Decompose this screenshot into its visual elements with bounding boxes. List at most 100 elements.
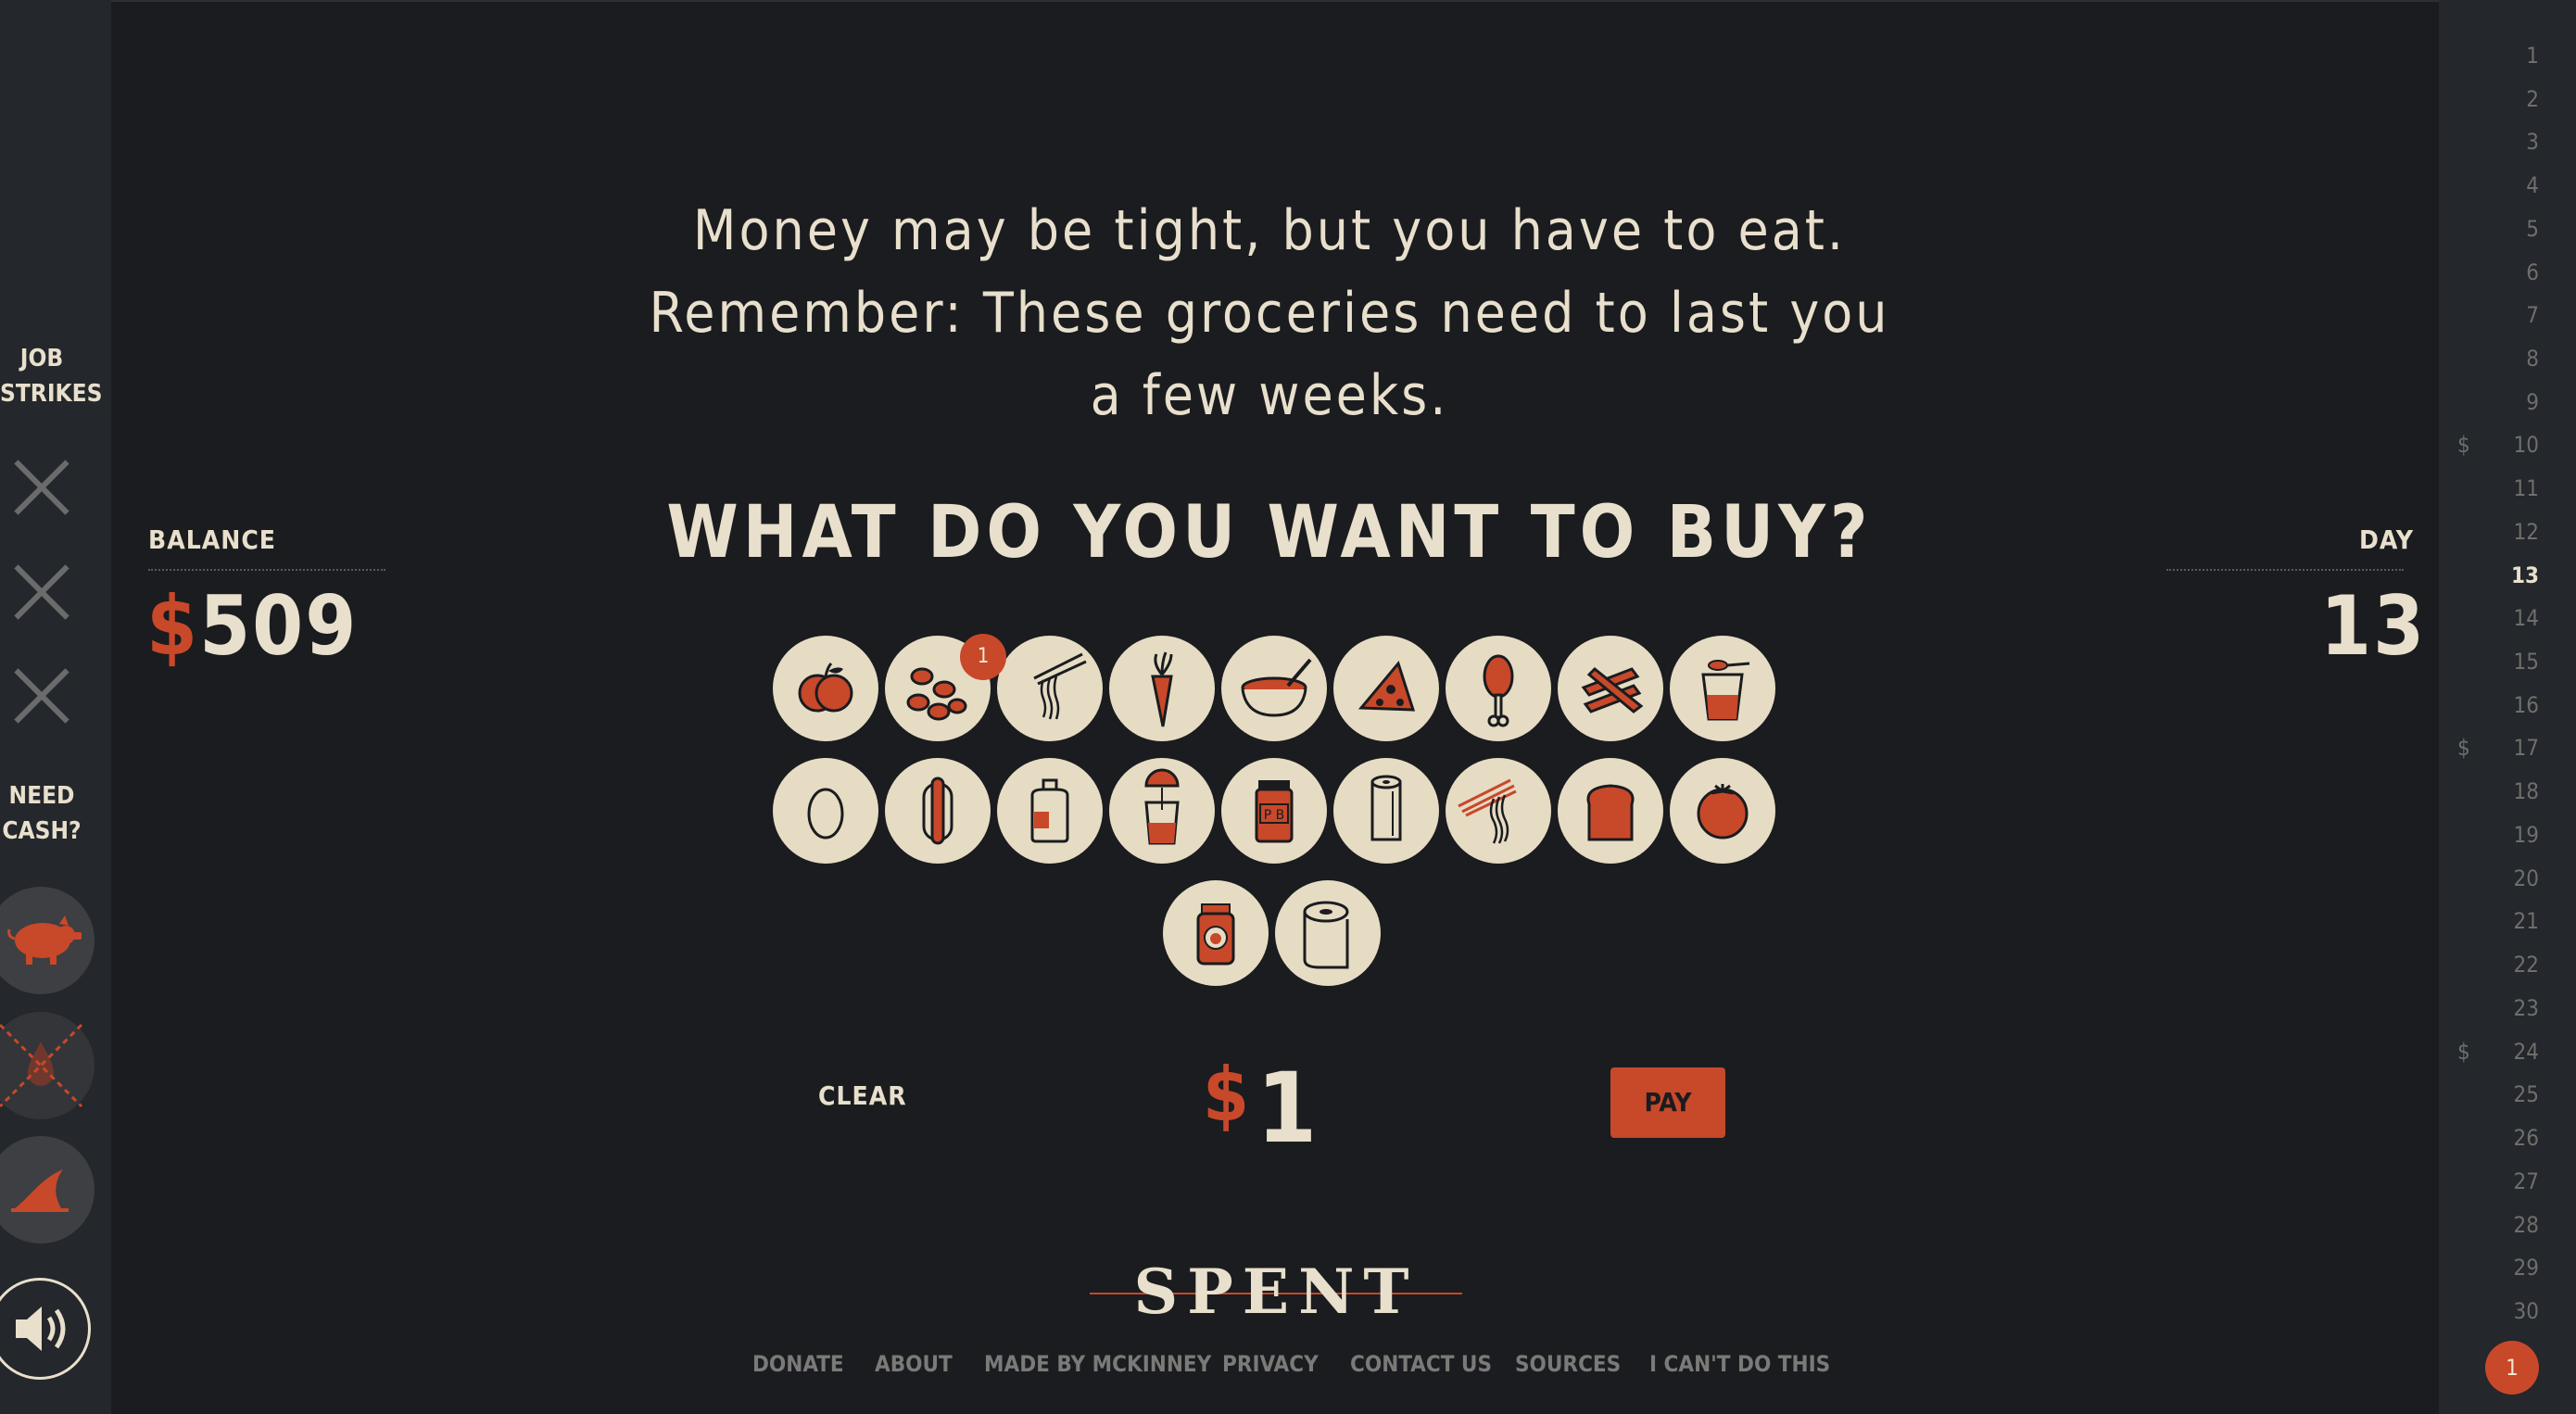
notification-badge[interactable]: 1 <box>2485 1341 2539 1395</box>
item-bread-button[interactable] <box>1558 758 1663 864</box>
item-ramen-button[interactable] <box>997 636 1103 741</box>
calendar-day: 15 <box>2513 649 2539 675</box>
day-label: DAY <box>2359 524 2414 555</box>
job-strikes-label: JOB STRIKES <box>0 345 103 408</box>
item-jam-button[interactable] <box>1163 880 1269 986</box>
item-quantity-badge: 1 <box>960 634 1006 680</box>
calendar-day: 18 <box>2513 778 2539 804</box>
calendar-day: 28 <box>2513 1212 2539 1238</box>
calendar-day: 1 <box>2526 43 2539 69</box>
strike-x-icon <box>13 459 70 516</box>
buy-question-heading: WHAT DO YOU WANT TO BUY? <box>666 491 1873 574</box>
calendar-day: 7 <box>2526 302 2539 328</box>
jam-jar-icon <box>1196 903 1235 966</box>
top-border <box>0 0 2576 2</box>
calendar-day: 16 <box>2513 692 2539 718</box>
item-cheese-button[interactable] <box>1333 636 1439 741</box>
strike-x-icon <box>13 667 70 725</box>
item-paper-towel-button[interactable] <box>1333 758 1439 864</box>
item-apple-button[interactable] <box>773 636 878 741</box>
calendar-day: 23 <box>2513 995 2539 1021</box>
left-sidebar: JOB STRIKES NEED CASH? <box>0 0 111 1414</box>
calendar-day: 29 <box>2513 1255 2539 1281</box>
item-bacon-button[interactable] <box>1558 636 1663 741</box>
calendar-day: 21 <box>2513 908 2539 934</box>
footer-link-about[interactable]: ABOUT <box>875 1351 953 1377</box>
footer-link-contact-us[interactable]: CONTACT US <box>1350 1351 1492 1377</box>
toilet-paper-icon <box>1303 901 1349 969</box>
loan-shark-button[interactable] <box>0 1136 95 1244</box>
chicken-drumstick-icon <box>1483 654 1514 727</box>
balance-label: BALANCE <box>148 524 277 555</box>
item-cereal-button[interactable] <box>1221 636 1327 741</box>
item-peanut-butter-button[interactable]: P B <box>1221 758 1327 864</box>
item-oil-button[interactable] <box>1670 636 1775 741</box>
sound-toggle-button[interactable] <box>0 1278 91 1380</box>
footer-link-sources[interactable]: SOURCES <box>1515 1351 1621 1377</box>
calendar-day: 5 <box>2526 216 2539 242</box>
calendar-day: 6 <box>2526 259 2539 285</box>
calendar-day: 24 <box>2513 1039 2539 1065</box>
bread-icon <box>1586 784 1635 841</box>
cereal-bowl-icon <box>1241 658 1312 717</box>
pay-button[interactable]: PAY <box>1610 1067 1725 1138</box>
need-cash-label: NEED CASH? <box>2 782 82 845</box>
balance-amount: $509 <box>146 578 359 674</box>
footer-link-made-by-mckinney[interactable]: MADE BY MCKINNEY <box>984 1351 1211 1377</box>
ramen-noodles-icon <box>1033 652 1087 720</box>
calendar-day: 8 <box>2526 346 2539 372</box>
calendar-day: 4 <box>2526 172 2539 198</box>
calendar-day: 11 <box>2513 475 2539 501</box>
intro-text: Money may be tight, but you have to eat.… <box>649 198 1890 428</box>
cart-total: $1 <box>1203 1052 1318 1165</box>
calendar-day: 19 <box>2513 822 2539 848</box>
item-milk-button[interactable] <box>997 758 1103 864</box>
peanut-butter-jar-icon: P B <box>1255 780 1294 843</box>
calendar-sidebar: 1 2 3 4 5 6 7 8 9 $ 10 11 12 13 14 15 16… <box>2439 0 2576 1414</box>
footer-link-cant-do-this[interactable]: I CAN'T DO THIS <box>1649 1351 1830 1377</box>
item-carrot-button[interactable] <box>1109 636 1215 741</box>
carrot-icon <box>1151 651 1173 727</box>
footer-link-privacy[interactable]: PRIVACY <box>1222 1351 1319 1377</box>
payday-marker: $ <box>2457 432 2470 458</box>
day-value: 13 <box>2320 578 2427 674</box>
hot-dog-icon <box>922 776 953 845</box>
clear-cart-button[interactable]: CLEAR <box>818 1080 907 1111</box>
blood-drop-icon <box>0 1023 83 1108</box>
blood-donation-button[interactable] <box>0 1012 95 1119</box>
milk-jug-icon <box>1030 778 1069 843</box>
item-egg-button[interactable] <box>773 758 878 864</box>
cheese-icon <box>1357 660 1416 712</box>
payday-marker: $ <box>2457 1039 2470 1065</box>
apple-icon <box>798 662 853 713</box>
paper-towel-icon <box>1370 775 1402 841</box>
spent-logo[interactable]: SPENT <box>1090 1260 1462 1323</box>
calendar-day: 12 <box>2513 519 2539 545</box>
footer-link-donate[interactable]: DONATE <box>752 1351 844 1377</box>
calendar-day: 3 <box>2526 129 2539 155</box>
item-orange-juice-button[interactable] <box>1109 758 1215 864</box>
egg-icon <box>807 788 844 840</box>
balance-divider <box>148 569 385 571</box>
item-toilet-paper-button[interactable] <box>1275 880 1381 986</box>
calendar-day: 25 <box>2513 1081 2539 1107</box>
speaker-icon <box>16 1307 66 1351</box>
calendar-day: 2 <box>2526 86 2539 112</box>
piggy-bank-icon <box>7 915 82 965</box>
calendar-day: 10 <box>2513 432 2539 458</box>
calendar-day: 30 <box>2513 1298 2539 1324</box>
calendar-day: 27 <box>2513 1168 2539 1194</box>
strike-x-icon <box>13 563 70 621</box>
calendar-day: 22 <box>2513 952 2539 978</box>
calendar-day: 26 <box>2513 1125 2539 1151</box>
calendar-day-current: 13 <box>2510 562 2539 588</box>
svg-text:P B: P B <box>1264 808 1285 823</box>
item-tomato-button[interactable] <box>1670 758 1775 864</box>
item-spaghetti-button[interactable] <box>1446 758 1551 864</box>
item-hotdog-button[interactable] <box>885 758 991 864</box>
orange-juice-icon <box>1144 768 1180 845</box>
item-chicken-button[interactable] <box>1446 636 1551 741</box>
calendar-day: 20 <box>2513 865 2539 891</box>
piggy-bank-button[interactable] <box>0 887 95 994</box>
bacon-icon <box>1581 666 1644 713</box>
